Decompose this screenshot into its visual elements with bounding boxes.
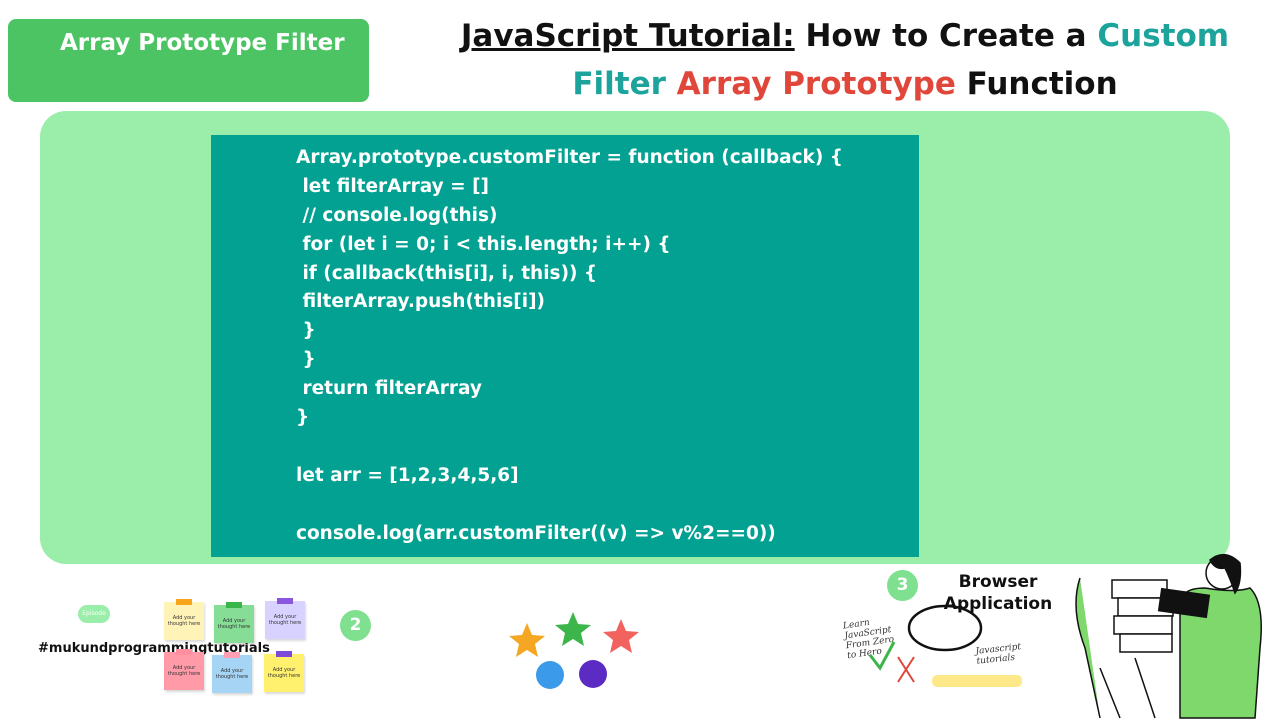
episode-pill: Episode ### — [78, 605, 110, 635]
title-part-2: How to Create a — [794, 18, 1098, 54]
title-part-4: Array Prototype — [665, 66, 956, 102]
sticky-note-text: Add your thought here — [217, 618, 251, 630]
code-line: Array.prototype.customFilter = function … — [296, 147, 843, 168]
topic-label: Array Prototype Filter — [60, 30, 345, 56]
sticky-note: Add your thought here — [214, 602, 254, 643]
code-line: if (callback(this[i], i, this)) { — [296, 262, 598, 284]
code-line: return filterArray — [296, 378, 482, 400]
hashtag-text: #mukundprogrammingtutorials — [38, 640, 270, 658]
code-line: // console.log(this) — [296, 204, 498, 226]
check-mark-icon — [868, 641, 896, 671]
code-line: console.log(arr.customFilter((v) => v%2=… — [296, 522, 776, 544]
person-with-laptop-illustration — [1075, 554, 1262, 719]
code-line: } — [296, 320, 316, 342]
sticky-note-text: Add your thought here — [167, 615, 201, 627]
code-line: } — [296, 349, 316, 371]
topic-badge: Array Prototype Filter — [8, 19, 369, 102]
sticky-note: Add your thought here — [264, 651, 304, 692]
code-line: let arr = [1,2,3,4,5,6] — [296, 464, 519, 486]
code-block: Array.prototype.customFilter = function … — [211, 135, 919, 557]
highlight-stroke — [932, 675, 1022, 687]
sticky-note: Add your thought here — [164, 649, 204, 690]
code-line: let filterArray = [] — [296, 175, 490, 197]
step-3-number: 3 — [896, 575, 909, 595]
person-icon — [1075, 554, 1262, 719]
note-tape — [276, 651, 292, 657]
sticky-note: Add your thought here — [265, 598, 305, 639]
sticky-note-text: Add your thought here — [267, 667, 301, 679]
cross-mark-icon — [897, 656, 915, 683]
code-line: filterArray.push(this[i]) — [296, 291, 546, 313]
doodle-decoration — [868, 604, 1022, 687]
note-tape — [277, 598, 293, 604]
sticky-note-text: Add your thought here — [268, 614, 302, 626]
stars-decoration — [509, 612, 639, 689]
sticky-note-text: Add your thought here — [215, 668, 249, 680]
page-title: JavaScript Tutorial: How to Create a Cus… — [430, 12, 1260, 108]
code-lines: Array.prototype.customFilter = function … — [296, 144, 843, 548]
note-tape — [224, 652, 240, 658]
doodle-circle-icon — [907, 604, 983, 652]
purple-circle-icon — [579, 660, 607, 688]
note-tape — [226, 602, 242, 608]
note-tape — [176, 649, 192, 655]
step-3-badge: 3 — [887, 570, 918, 601]
title-part-5: Function — [955, 66, 1118, 102]
code-line: } — [296, 407, 310, 429]
title-part-1: JavaScript Tutorial: — [460, 18, 795, 54]
note-tape — [176, 599, 192, 605]
red-star-icon — [603, 619, 639, 653]
orange-star-icon — [509, 623, 545, 657]
sticky-note-text: Add your thought here — [167, 665, 201, 677]
sticky-note: Add your thought here — [212, 652, 252, 693]
step-2-number: 2 — [349, 615, 362, 635]
episode-pill-text: Episode ### — [82, 610, 106, 635]
blue-circle-icon — [536, 661, 564, 689]
sticky-note: Add your thought here — [164, 599, 204, 640]
step-2-badge: 2 — [340, 610, 371, 641]
code-line: for (let i = 0; i < this.length; i++) { — [296, 233, 671, 255]
green-star-icon — [555, 612, 591, 646]
